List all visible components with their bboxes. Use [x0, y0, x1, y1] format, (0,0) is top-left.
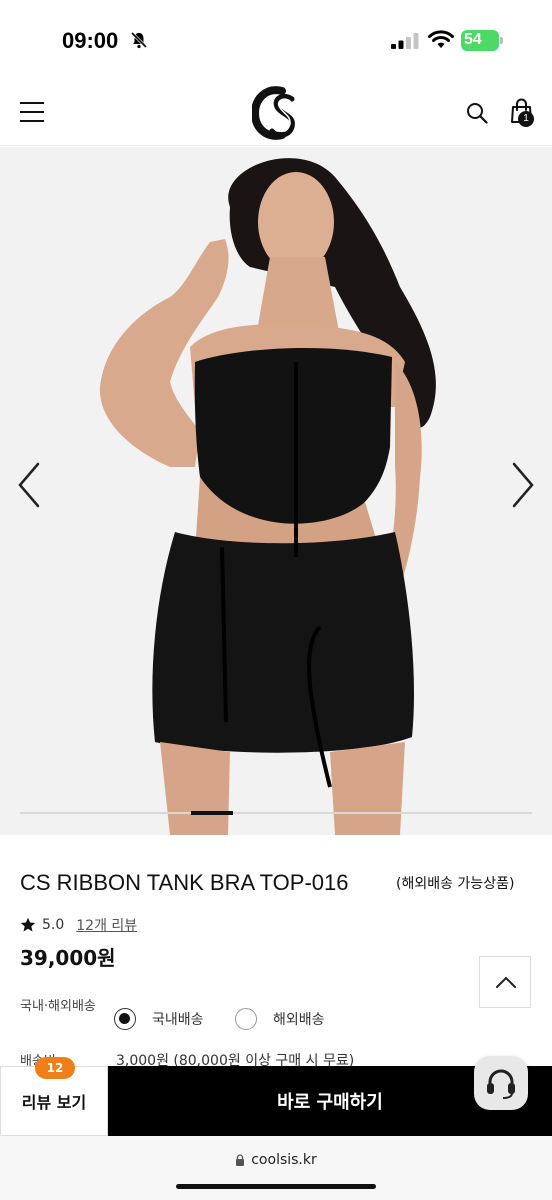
- carousel-prev-icon[interactable]: [14, 460, 44, 510]
- wifi-icon: [428, 30, 454, 48]
- product-photo: [0, 147, 552, 835]
- bell-off-icon: [130, 31, 148, 49]
- brand-logo[interactable]: CS: [252, 85, 300, 141]
- carousel-progress-thumb[interactable]: [191, 811, 233, 815]
- rating-value: 5.0: [42, 917, 65, 933]
- bottom-action-bar: 리뷰 보기 12 바로 구매하기: [0, 1057, 552, 1136]
- url-display[interactable]: coolsis.kr: [0, 1150, 552, 1170]
- product-image-carousel[interactable]: [0, 147, 552, 835]
- lock-icon: [236, 1154, 245, 1166]
- radio-unselected[interactable]: [235, 1008, 257, 1030]
- buy-now-label: 바로 구매하기: [277, 1092, 383, 1113]
- search-icon[interactable]: [466, 102, 488, 124]
- product-price: 39,000원: [20, 946, 116, 970]
- browser-address-bar: coolsis.kr: [0, 1136, 552, 1200]
- cellular-signal-icon: [391, 33, 419, 49]
- product-title: CS RIBBON TANK BRA TOP-016: [20, 870, 349, 895]
- chevron-up-icon: [496, 976, 516, 988]
- app-header: CS 1: [0, 80, 552, 146]
- overseas-shipping-option[interactable]: 해외배송: [235, 1007, 325, 1031]
- battery-level: 54: [464, 31, 482, 48]
- carousel-next-icon[interactable]: [508, 460, 538, 510]
- battery-icon: 54: [461, 30, 503, 51]
- scroll-to-top-button[interactable]: [479, 956, 531, 1008]
- headset-icon: [487, 1069, 515, 1099]
- domestic-shipping-option[interactable]: 국내배송: [114, 1007, 204, 1031]
- shipping-type-label: 국내·해외배송: [20, 999, 96, 1014]
- review-count-link[interactable]: 12개 리뷰: [76, 915, 137, 935]
- overseas-shipping-note: (해외배송 가능상품): [396, 876, 515, 892]
- radio-selected[interactable]: [114, 1008, 136, 1030]
- view-reviews-label: 리뷰 보기: [21, 1093, 87, 1112]
- customer-support-button[interactable]: [474, 1056, 528, 1110]
- view-reviews-button[interactable]: 리뷰 보기 12: [0, 1057, 108, 1136]
- menu-icon[interactable]: [20, 102, 44, 122]
- rating-row: 5.0 12개 리뷰: [20, 915, 137, 935]
- status-time: 09:00: [62, 28, 119, 53]
- review-count-badge: 12: [35, 1057, 75, 1079]
- url-text: coolsis.kr: [251, 1152, 317, 1168]
- status-bar: 09:00 54: [0, 0, 552, 80]
- home-indicator[interactable]: [176, 1184, 376, 1189]
- domestic-shipping-label: 국내배송: [152, 1012, 204, 1028]
- star-icon: [20, 917, 36, 932]
- cart-count-badge: 1: [518, 111, 534, 127]
- overseas-shipping-label: 해외배송: [273, 1012, 325, 1028]
- carousel-progress-track: [20, 812, 532, 814]
